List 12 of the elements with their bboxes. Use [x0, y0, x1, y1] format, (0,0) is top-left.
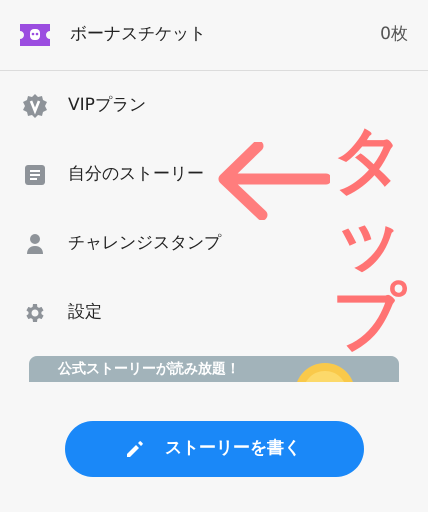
document-icon — [24, 164, 46, 186]
write-story-button[interactable]: ストーリーを書く — [64, 421, 364, 477]
person-icon — [26, 232, 44, 254]
menu-label[interactable]: VIPプラン — [68, 92, 146, 118]
menu-label[interactable]: 自分のストーリー — [68, 162, 204, 188]
menu-label[interactable]: チャレンジスタンプ — [68, 230, 221, 256]
menu-label[interactable]: 設定 — [68, 300, 102, 326]
pencil-icon — [127, 441, 143, 457]
banner-text: 公式ストーリーが読み放題！ — [58, 360, 240, 379]
ticket-count: 0枚 — [380, 23, 408, 46]
ticket-icon — [20, 24, 50, 46]
menu-label[interactable]: ボーナスチケット — [70, 22, 206, 48]
